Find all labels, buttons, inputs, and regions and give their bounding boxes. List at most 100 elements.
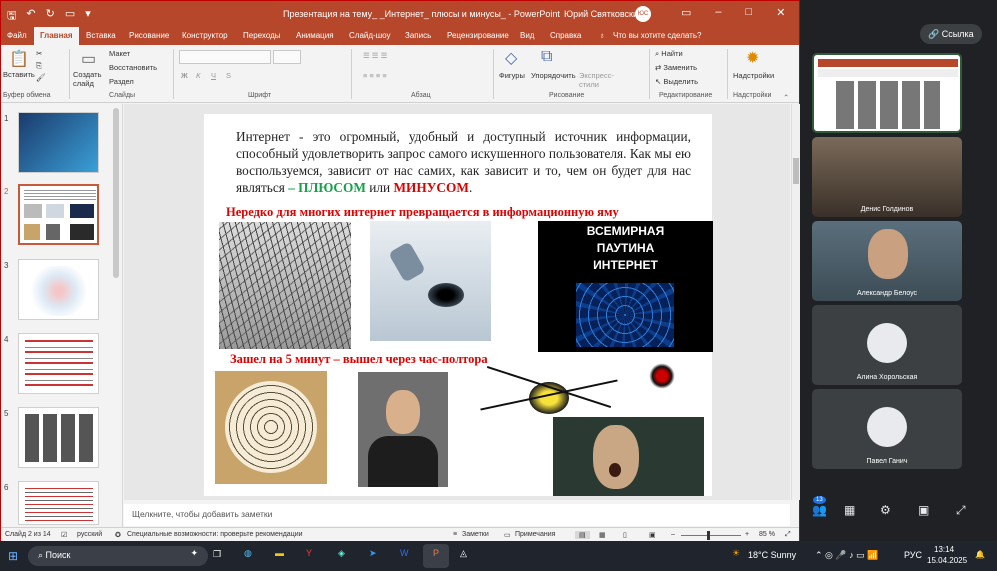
store-icon[interactable]: ◈ xyxy=(338,548,345,559)
underline-icon[interactable]: Ч xyxy=(211,71,216,80)
yandex-icon[interactable]: Y xyxy=(306,548,312,558)
edge-icon[interactable]: ◍ xyxy=(244,548,252,559)
italic-icon[interactable]: К xyxy=(196,71,200,80)
zoom-slider[interactable] xyxy=(681,531,741,540)
normal-view-icon[interactable]: ▤ xyxy=(575,531,590,539)
sorter-view-icon[interactable]: ▦ xyxy=(599,531,606,539)
accessibility-status[interactable]: Специальные возможности: проверьте реком… xyxy=(127,531,303,538)
language-status[interactable]: русский xyxy=(77,531,102,538)
powerpoint-taskbar-icon[interactable]: P xyxy=(423,544,449,568)
participant-tile[interactable]: Александр Белоус xyxy=(812,221,962,301)
fit-slide-icon[interactable]: ⤢ xyxy=(785,531,791,539)
slide-thumbnail-2[interactable] xyxy=(18,184,99,245)
find-button[interactable]: ⌕ Найти xyxy=(655,49,683,59)
input-language[interactable]: РУС xyxy=(904,550,922,560)
slide-thumbnail-6[interactable] xyxy=(18,481,99,525)
slide-thumbnail-4[interactable] xyxy=(18,333,99,394)
participant-tile[interactable]: Павел Ганич xyxy=(812,389,962,469)
clock-time[interactable]: 13:14 xyxy=(934,545,954,554)
minimize-icon[interactable]: – xyxy=(715,6,721,19)
user-name[interactable]: Юрий Святковский xyxy=(564,9,643,19)
fullscreen-icon[interactable]: ⤢ xyxy=(956,503,966,518)
arrange-button[interactable]: Упорядочить xyxy=(531,71,576,80)
save-icon[interactable]: 🖫 xyxy=(7,7,16,26)
shadow-icon[interactable]: S xyxy=(226,71,231,80)
tab-file[interactable]: Файл xyxy=(7,31,27,40)
redo-icon[interactable]: ↻ xyxy=(46,7,55,26)
undo-icon[interactable]: ↶ xyxy=(26,7,35,26)
slide-thumbnail-3[interactable] xyxy=(18,259,99,320)
arrange-icon[interactable]: ⧉ xyxy=(541,48,552,66)
taskbar-search[interactable]: ⌕ Поиск ✦ xyxy=(28,546,208,566)
shared-screen-tile[interactable] xyxy=(812,53,962,133)
slide-scrollbar[interactable] xyxy=(791,104,800,500)
windows-start-icon[interactable]: ⊞ xyxy=(8,549,18,563)
task-view-icon[interactable]: ❐ xyxy=(213,549,221,560)
tab-slideshow[interactable]: Слайд-шоу xyxy=(349,31,390,40)
zoom-out-icon[interactable]: – xyxy=(671,531,675,538)
weather-text[interactable]: 18°C Sunny xyxy=(748,550,796,560)
participant-tile[interactable]: Денис Голдинов xyxy=(812,137,962,217)
grid-icon[interactable]: ▦ xyxy=(844,503,855,517)
shapes-button[interactable]: Фигуры xyxy=(499,71,525,80)
comments-toggle[interactable]: Примечания xyxy=(515,531,555,538)
telegram-icon[interactable]: ➤ xyxy=(369,548,377,559)
avatar[interactable]: ЮС xyxy=(635,6,651,22)
slide-heading-1[interactable]: Нередко для многих интернет превращается… xyxy=(226,205,619,220)
collapse-ribbon-icon[interactable]: ⌃ xyxy=(783,93,789,102)
settings-icon[interactable]: ⚙ xyxy=(880,503,891,517)
notes-toggle[interactable]: Заметки xyxy=(462,531,489,538)
notes-field[interactable]: Щелкните, чтобы добавить заметки xyxy=(124,504,790,526)
reset-button[interactable]: Восстановить xyxy=(109,63,157,72)
zoom-level[interactable]: 85 % xyxy=(759,531,775,538)
addins-button[interactable]: Надстройки xyxy=(733,71,774,80)
slide-paragraph[interactable]: Интернет - это огромный, удобный и досту… xyxy=(236,128,691,196)
spellcheck-icon[interactable]: ☑ xyxy=(61,531,67,539)
tab-transitions[interactable]: Переходы xyxy=(243,31,281,40)
new-slide-icon[interactable]: ▭ xyxy=(81,49,96,69)
tray-icons[interactable]: ⌃ ◎ 🎤 ♪ ▭ 📶 xyxy=(815,550,878,561)
select-button[interactable]: ↖ Выделить xyxy=(655,77,698,86)
section-button[interactable]: Раздел xyxy=(109,77,134,86)
copy-icon[interactable]: ⎘ xyxy=(36,61,42,71)
tab-draw[interactable]: Рисование xyxy=(129,31,169,40)
layout-button[interactable]: Макет xyxy=(109,49,130,58)
maximize-icon[interactable]: □ xyxy=(746,6,753,19)
bold-icon[interactable]: Ж xyxy=(181,71,188,80)
slide-heading-2[interactable]: Зашел на 5 минут – вышел через час-полто… xyxy=(230,352,488,367)
tab-view[interactable]: Вид xyxy=(520,31,534,40)
tab-record[interactable]: Запись xyxy=(405,31,431,40)
zoom-in-icon[interactable]: + xyxy=(745,531,749,538)
reading-view-icon[interactable]: ▯ xyxy=(623,531,627,539)
new-slide-button[interactable]: Создать слайд xyxy=(73,70,105,88)
cut-icon[interactable]: ✂ xyxy=(36,49,42,58)
word-icon[interactable]: W xyxy=(400,548,409,558)
addins-icon[interactable]: ✹ xyxy=(746,48,759,68)
slideshow-view-icon[interactable]: ▣ xyxy=(649,531,656,539)
tab-design[interactable]: Конструктор xyxy=(182,31,228,40)
paste-icon[interactable]: 📋 xyxy=(9,49,29,69)
clock-date[interactable]: 15.04.2025 xyxy=(927,556,967,565)
ribbon-display-icon[interactable]: ▭ xyxy=(681,6,691,19)
replace-button[interactable]: ⇄ Заменить xyxy=(655,63,697,72)
participant-tile[interactable]: Алина Хорольская xyxy=(812,305,962,385)
align-icon[interactable]: ≡ ≡ ≡ ≡ xyxy=(363,71,387,80)
link-button[interactable]: 🔗 Ссылка xyxy=(920,24,982,44)
font-name-field[interactable] xyxy=(179,50,271,64)
tab-help[interactable]: Справка xyxy=(550,31,581,40)
present-icon[interactable]: ▭ xyxy=(65,7,75,26)
slide-thumbnail-5[interactable] xyxy=(18,407,99,468)
notifications-icon[interactable]: 🔔 xyxy=(975,550,985,559)
tab-animations[interactable]: Анимация xyxy=(296,31,334,40)
tab-review[interactable]: Рецензирование xyxy=(447,31,509,40)
pip-icon[interactable]: ▣ xyxy=(918,503,929,517)
format-painter-icon[interactable]: 🖌 xyxy=(36,73,46,82)
express-styles-button[interactable]: Экспресс-стили xyxy=(579,71,614,89)
customize-icon[interactable]: ▾ xyxy=(85,7,91,26)
shapes-icon[interactable]: ◇ xyxy=(505,48,517,68)
tab-insert[interactable]: Вставка xyxy=(86,31,116,40)
participants-icon[interactable]: 👥 xyxy=(812,503,827,517)
font-size-field[interactable] xyxy=(273,50,301,64)
app-icon[interactable]: ◬ xyxy=(460,548,467,559)
paste-button[interactable]: Вставить xyxy=(3,70,35,79)
